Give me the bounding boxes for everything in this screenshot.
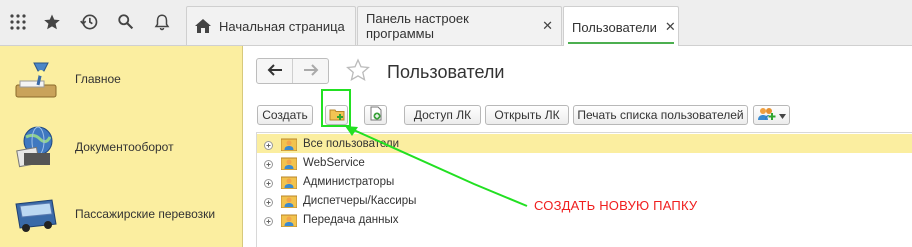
active-tab-indicator <box>568 42 674 44</box>
tab-home[interactable]: Начальная страница <box>186 6 356 45</box>
user-group-icon <box>280 194 298 208</box>
tree-row[interactable]: Все пользователи <box>257 134 912 153</box>
add-document-icon <box>369 106 383 124</box>
sidebar-item-main[interactable]: Главное <box>0 49 243 109</box>
globe-documents-icon <box>12 123 60 171</box>
chevron-down-icon <box>778 108 786 122</box>
main-content: Пользователи Создать Доступ ЛК Открыть Л… <box>244 46 912 247</box>
tab-label: Начальная страница <box>219 18 345 34</box>
tree-label: Все пользователи <box>303 137 400 150</box>
annotation-text: СОЗДАТЬ НОВУЮ ПАПКУ <box>534 198 698 213</box>
top-toolbar: Начальная страница Панель настроек прогр… <box>0 0 912 47</box>
users-add-icon <box>757 107 776 124</box>
user-group-icon <box>280 156 298 170</box>
expand-icon[interactable] <box>264 215 273 226</box>
bell-icon[interactable] <box>150 10 174 34</box>
back-button[interactable] <box>257 59 292 83</box>
page-title: Пользователи <box>387 62 505 82</box>
tree-label: Администраторы <box>303 175 395 188</box>
sidebar-item-label: Пассажирские перевозки <box>75 207 216 221</box>
user-group-icon <box>280 137 298 151</box>
tree-label: Диспетчеры/Кассиры <box>303 194 417 207</box>
bus-icon <box>12 190 60 238</box>
tree-row[interactable]: WebService <box>257 153 912 172</box>
tab-label: Пользователи <box>572 19 657 35</box>
copy-button[interactable] <box>364 105 387 125</box>
tab-users[interactable]: Пользователи ✕ <box>563 6 679 47</box>
user-group-icon <box>280 213 298 227</box>
search-icon[interactable] <box>114 10 138 34</box>
expand-icon[interactable] <box>264 158 273 169</box>
arrow-left-icon <box>267 63 283 79</box>
tab-label: Панель настроек программы <box>366 11 469 41</box>
access-lk-button[interactable]: Доступ ЛК <box>404 105 481 125</box>
expand-icon[interactable] <box>264 177 273 188</box>
desk-lamp-icon <box>12 55 60 103</box>
sidebar-item-label: Главное <box>75 72 121 86</box>
user-group-icon <box>280 175 298 189</box>
sidebar-item-passenger-transport[interactable]: Пассажирские перевозки <box>0 184 243 244</box>
sidebar-item-document-flow[interactable]: Документооборот <box>0 117 243 177</box>
users-menu-button[interactable] <box>753 105 790 125</box>
tab-settings-panel[interactable]: Панель настроек программы ✕ <box>357 6 562 45</box>
close-icon[interactable]: ✕ <box>542 18 553 34</box>
home-icon <box>195 19 211 33</box>
tree-label: Передача данных <box>303 213 399 226</box>
tree-label: WebService <box>303 156 365 169</box>
history-icon[interactable] <box>77 10 101 34</box>
star-icon[interactable] <box>40 10 64 34</box>
open-lk-button[interactable]: Открыть ЛК <box>485 105 569 125</box>
expand-icon[interactable] <box>264 139 273 150</box>
create-button[interactable]: Создать <box>257 105 313 125</box>
print-users-list-button[interactable]: Печать списка пользователей <box>573 105 748 125</box>
close-icon[interactable]: ✕ <box>665 19 676 35</box>
arrow-right-icon <box>303 63 319 79</box>
expand-icon[interactable] <box>264 196 273 207</box>
user-groups-tree: Все пользователи WebService Администрато… <box>256 132 912 247</box>
favorite-star-icon[interactable] <box>346 58 370 82</box>
tree-row[interactable]: Администраторы <box>257 172 912 191</box>
forward-button[interactable] <box>292 59 328 83</box>
create-folder-highlight <box>321 89 351 127</box>
apps-grid-icon[interactable] <box>6 10 30 34</box>
history-nav <box>256 58 329 84</box>
sidebar: Главное Документооборот Пассажирские пер… <box>0 46 243 247</box>
sidebar-item-label: Документооборот <box>75 140 174 154</box>
